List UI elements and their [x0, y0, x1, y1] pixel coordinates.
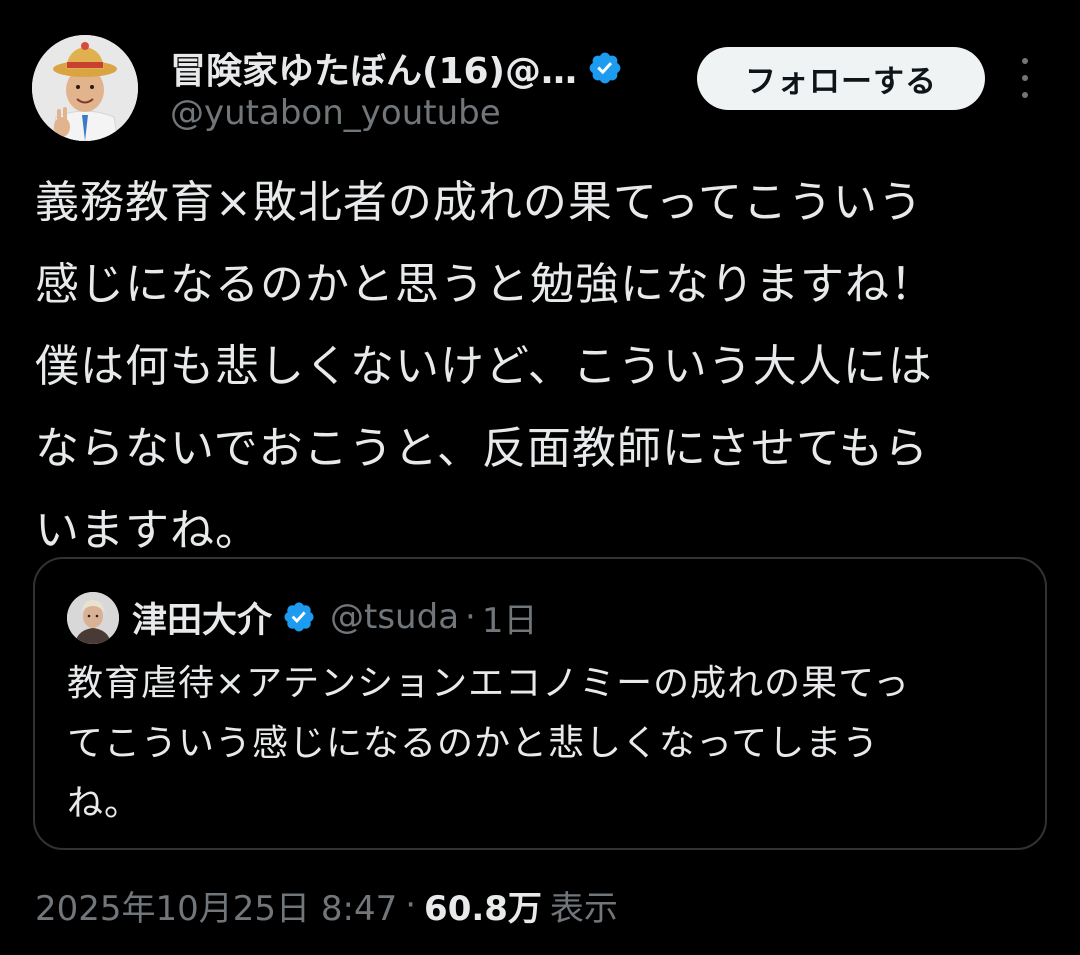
follow-button[interactable]: フォローする — [697, 47, 985, 110]
verified-badge-icon[interactable] — [282, 600, 316, 634]
verified-badge-icon[interactable] — [587, 50, 623, 86]
quote-text: 教育虐待×アテンションエコノミーの成れの果てっ てこういう感じになるのかと悲しく… — [67, 663, 911, 824]
separator-dot: · — [405, 885, 417, 925]
author-name-row: 冒険家ゆたぼん(16)@… — [170, 42, 623, 94]
tweet-text: 義務教育×敗北者の成れの果てってこういう 感じになるのかと思うと勉強になりますね… — [35, 177, 935, 556]
author-display-name[interactable]: 冒険家ゆたぼん(16)@… — [170, 42, 577, 94]
view-count-label: 表示 — [549, 888, 618, 929]
tweet-meta: 2025年10月25日 8:47 · 60.8万 表示 — [35, 880, 618, 930]
more-dot — [1022, 92, 1028, 98]
tweet-timestamp[interactable]: 2025年10月25日 8:47 — [35, 881, 397, 930]
quote-timestamp[interactable]: 1日 — [482, 593, 538, 642]
quote-author-avatar[interactable] — [67, 592, 119, 644]
author-avatar[interactable] — [32, 35, 138, 141]
quoted-tweet-card[interactable]: 津田大介 @tsuda · 1日 教育虐待×アテンションエコノミーの成れの果てっ… — [33, 557, 1047, 850]
author-handle[interactable]: @yutabon_youtube — [170, 93, 501, 133]
more-vertical-icon[interactable] — [1010, 58, 1040, 98]
more-dot — [1022, 75, 1028, 81]
quote-author-handle[interactable]: @tsuda — [330, 597, 459, 637]
more-dot — [1022, 58, 1028, 64]
quote-header: 津田大介 @tsuda · 1日 — [132, 589, 537, 645]
view-count[interactable]: 60.8万 — [424, 881, 542, 930]
separator-dot: · — [465, 597, 476, 637]
quote-author-name[interactable]: 津田大介 — [132, 592, 272, 643]
